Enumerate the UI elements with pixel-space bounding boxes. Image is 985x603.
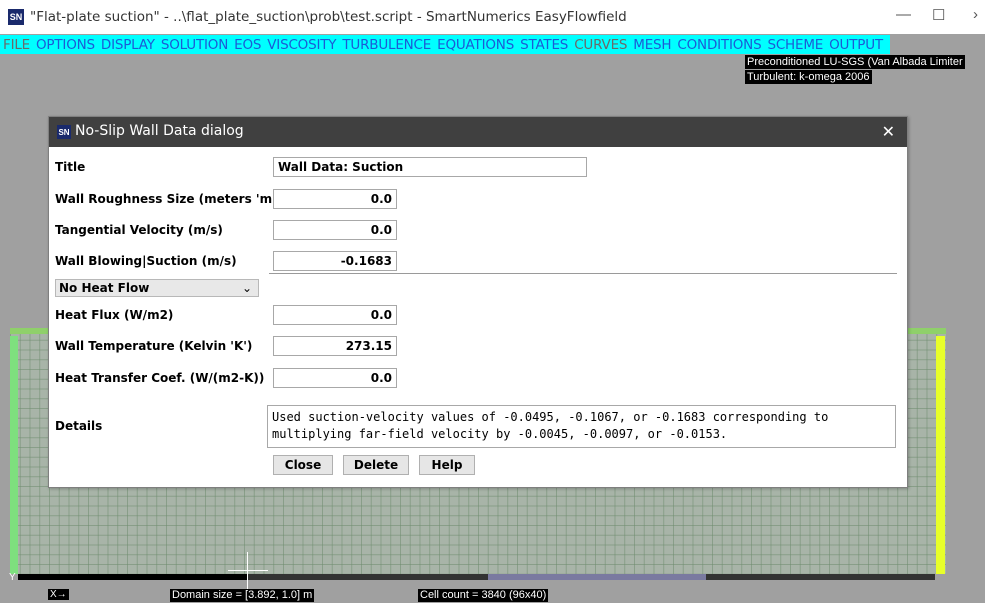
help-button[interactable]: Help (419, 455, 475, 475)
menu-turbulence[interactable]: TURBULENCE (339, 37, 434, 53)
chevron-down-icon: ⌄ (241, 281, 252, 295)
domain-size-label: Domain size = [3.892, 1.0] m (170, 589, 315, 602)
wall-boundary-bar (18, 574, 935, 580)
menu-equations[interactable]: EQUATIONS (434, 37, 517, 53)
menu-conditions[interactable]: CONDITIONS (674, 37, 764, 53)
menu-curves[interactable]: CURVES (571, 37, 630, 53)
wall-blowing-input[interactable]: -0.1683 (273, 251, 397, 271)
menu-eos[interactable]: EOS (231, 37, 264, 53)
wall-blowing-label: Wall Blowing|Suction (m/s) (55, 254, 237, 268)
title-input[interactable]: Wall Data: Suction (273, 157, 587, 177)
roughness-label: Wall Roughness Size (meters 'm') (55, 192, 282, 206)
tangential-velocity-label: Tangential Velocity (m/s) (55, 223, 223, 237)
app-logo-icon: SN (8, 9, 24, 25)
delete-button[interactable]: Delete (343, 455, 409, 475)
turbulence-info: Turbulent: k-omega 2006 (745, 70, 872, 84)
menu-display[interactable]: DISPLAY (98, 37, 158, 53)
wall-temperature-label: Wall Temperature (Kelvin 'K') (55, 339, 253, 353)
crosshair-horizontal (228, 570, 268, 571)
heat-mode-value: No Heat Flow (59, 281, 150, 295)
solver-info: Preconditioned LU-SGS (Van Albada Limite… (745, 55, 965, 69)
window-title: "Flat-plate suction" - ..\flat_plate_suc… (30, 9, 627, 25)
menu-file[interactable]: FILE (0, 37, 33, 53)
x-axis-label: X→ (48, 589, 69, 600)
roughness-input[interactable]: 0.0 (273, 189, 397, 209)
cell-count-label: Cell count = 3840 (96x40) (418, 589, 549, 602)
outlet-boundary (936, 336, 945, 574)
heat-flux-input[interactable]: 0.0 (273, 305, 397, 325)
y-axis-label: Y (9, 572, 16, 583)
tangential-velocity-input[interactable]: 0.0 (273, 220, 397, 240)
menu-viscosity[interactable]: VISCOSITY (264, 37, 339, 53)
details-textarea[interactable]: Used suction-velocity values of -0.0495,… (267, 405, 896, 448)
window-titlebar: SN "Flat-plate suction" - ..\flat_plate_… (0, 0, 985, 34)
dialog-logo-icon: SN (57, 125, 71, 139)
close-button[interactable]: Close (273, 455, 333, 475)
dialog-close-icon[interactable]: ✕ (882, 122, 895, 142)
minimize-button[interactable]: — (896, 6, 911, 23)
section-divider (269, 273, 897, 274)
close-window-button[interactable]: › (973, 6, 978, 23)
menu-scheme[interactable]: SCHEME (764, 37, 826, 53)
menu-solution[interactable]: SOLUTION (158, 37, 231, 53)
no-slip-wall-dialog: SN No-Slip Wall Data dialog ✕ Title Wall… (48, 116, 908, 488)
title-label: Title (55, 160, 86, 174)
menu-strip: FILE OPTIONS DISPLAY SOLUTION EOS VISCOSITY TU… (0, 35, 890, 54)
wall-temperature-input[interactable]: 273.15 (273, 336, 397, 356)
wall-segment-1 (18, 574, 248, 580)
maximize-button[interactable]: ☐ (932, 6, 945, 24)
heat-transfer-coef-label: Heat Transfer Coef. (W/(m2-K)) (55, 371, 265, 385)
details-label: Details (55, 419, 103, 433)
menu-output[interactable]: OUTPUT (826, 37, 886, 53)
dialog-titlebar[interactable]: SN No-Slip Wall Data dialog ✕ (49, 117, 907, 147)
dialog-title: No-Slip Wall Data dialog (75, 123, 244, 139)
crosshair-vertical (247, 552, 248, 592)
heat-flux-label: Heat Flux (W/m2) (55, 308, 174, 322)
heat-mode-select[interactable]: No Heat Flow ⌄ (55, 279, 259, 297)
menu-states[interactable]: STATES (517, 37, 571, 53)
menu-mesh[interactable]: MESH (630, 37, 674, 53)
heat-transfer-coef-input[interactable]: 0.0 (273, 368, 397, 388)
wall-segment-2 (488, 574, 706, 580)
inlet-boundary (10, 336, 18, 574)
menu-bar: FILE OPTIONS DISPLAY SOLUTION EOS VISCOSITY TU… (0, 34, 985, 54)
menu-options[interactable]: OPTIONS (33, 37, 98, 53)
